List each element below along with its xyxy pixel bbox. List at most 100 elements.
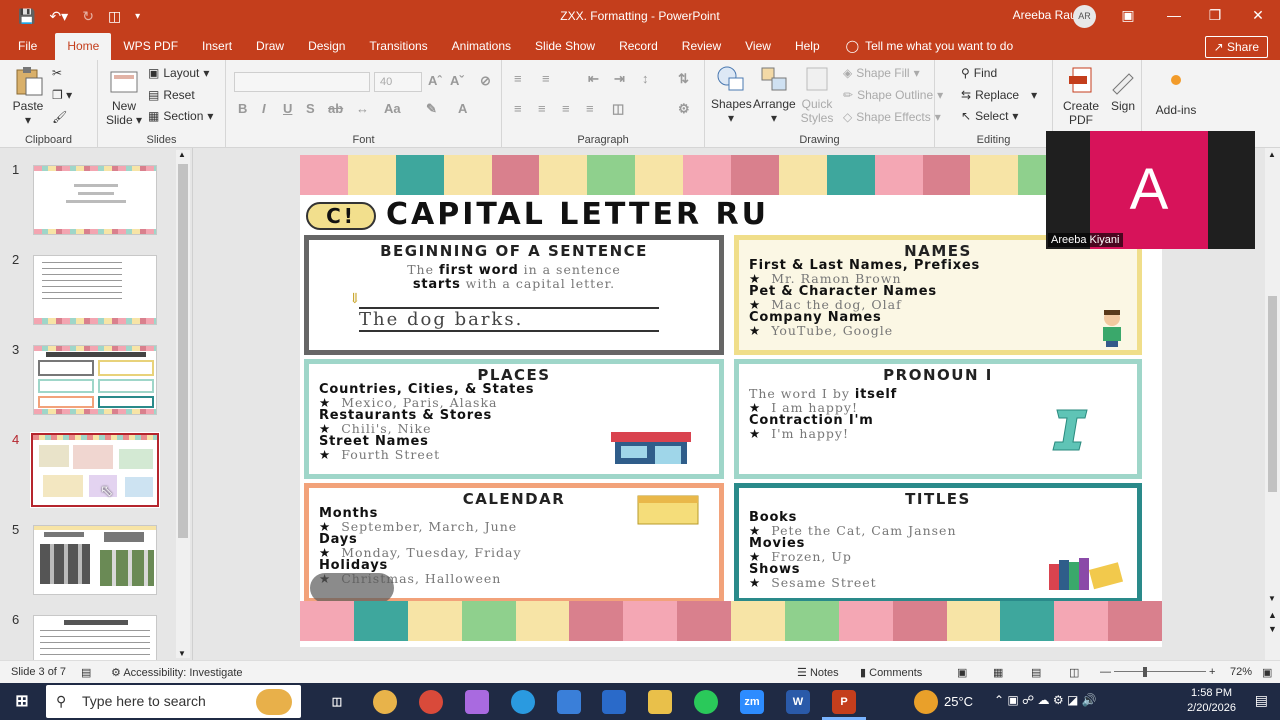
add-ins-button[interactable]: Add-ins [1148, 70, 1204, 117]
whatsapp-icon[interactable] [694, 690, 718, 714]
zoom-slider[interactable] [1114, 671, 1206, 672]
fit-to-window-icon[interactable]: ▣ [1262, 666, 1272, 679]
decrease-indent-icon[interactable]: ⇤ [588, 71, 599, 87]
change-case-icon[interactable]: Aa [384, 101, 401, 116]
tab-wps-pdf[interactable]: WPS PDF [111, 33, 190, 60]
align-left-icon[interactable]: ≡ [514, 101, 522, 116]
quick-styles-button[interactable]: Quick Styles [797, 64, 837, 125]
minimize-icon[interactable]: — [1151, 0, 1197, 33]
align-right-icon[interactable]: ≡ [562, 101, 570, 116]
line-spacing-icon[interactable]: ↕ [642, 71, 649, 86]
close-icon[interactable]: ✕ [1235, 0, 1280, 33]
reading-view-icon[interactable]: ▤ [1031, 666, 1041, 679]
shadow-icon[interactable]: S [306, 101, 315, 116]
slide-thumbnail-5[interactable] [33, 525, 157, 595]
weather-icon[interactable] [914, 690, 938, 714]
numbering-icon[interactable]: ≡ [542, 71, 550, 86]
slide-canvas[interactable]: C! CAPITAL LETTER RU BEGINNING OF A SENTE… [300, 155, 1162, 647]
edge-icon[interactable] [511, 690, 535, 714]
tab-insert[interactable]: Insert [190, 33, 244, 60]
tab-home[interactable]: Home [55, 33, 112, 60]
justify-icon[interactable]: ≡ [586, 101, 594, 116]
tell-me-search[interactable]: ◯ Tell me what you want to do [832, 33, 1014, 60]
arrange-button[interactable]: Arrange ▾ [753, 64, 796, 125]
replace-button[interactable]: ⇆ Replace ▾ [961, 88, 1037, 102]
spellcheck-icon[interactable]: ▤ [81, 666, 91, 679]
increase-indent-icon[interactable]: ⇥ [614, 71, 625, 87]
tab-record[interactable]: Record [607, 33, 670, 60]
scroll-up-icon[interactable]: ▲ [1268, 150, 1276, 159]
chrome-icon[interactable] [373, 690, 397, 714]
user-avatar[interactable]: AR [1073, 5, 1096, 28]
shapes-button[interactable]: Shapes ▾ [711, 64, 752, 125]
slide-thumbnail-3[interactable] [33, 345, 157, 415]
store-app-icon[interactable] [557, 690, 581, 714]
scrollbar-thumb[interactable] [1268, 296, 1277, 492]
decrease-font-icon[interactable]: Aˇ [450, 73, 464, 88]
notifications-icon[interactable]: ▤ [1255, 692, 1268, 709]
notes-button[interactable]: ☰ Notes [797, 666, 839, 679]
strikethrough-icon[interactable]: ab [328, 101, 343, 116]
copilot-icon[interactable] [465, 690, 489, 714]
shape-effects-button[interactable]: ◇ Shape Effects ▾ [843, 110, 941, 124]
share-button[interactable]: ↗ Share [1204, 36, 1268, 58]
align-center-icon[interactable]: ≡ [538, 101, 546, 116]
scroll-down-icon[interactable]: ▼ [178, 649, 186, 658]
section-button[interactable]: ▦ Section ▾ [148, 109, 213, 123]
slide-thumbnail-4[interactable] [30, 432, 160, 508]
zoom-slider-thumb[interactable] [1143, 667, 1147, 677]
temperature[interactable]: 25°C [944, 694, 973, 709]
smartart-icon[interactable]: ⚙ [678, 101, 690, 117]
maximize-icon[interactable]: ❐ [1192, 0, 1238, 33]
slide-scrollbar[interactable]: ▲ ▼ ▲ ▼ [1265, 148, 1280, 660]
system-tray-icons[interactable]: ⌃ ▣ ☍ ☁ ⚙ ◪ 🔊 [994, 693, 1097, 707]
text-direction-icon[interactable]: ⇅ [678, 71, 689, 87]
present-icon[interactable]: ◫ [108, 8, 121, 25]
slide-thumbnail-1[interactable] [33, 165, 157, 235]
tab-draw[interactable]: Draw [244, 33, 296, 60]
reset-button[interactable]: ▤ Reset [148, 88, 195, 102]
task-view-icon[interactable]: ◫ [325, 690, 349, 714]
format-painter-icon[interactable]: 🖌 [52, 110, 67, 124]
tab-review[interactable]: Review [670, 33, 733, 60]
tab-file[interactable]: File [0, 33, 55, 60]
slideshow-view-icon[interactable]: ◫ [1069, 666, 1079, 679]
slide-thumbnail-2[interactable] [33, 255, 157, 325]
word-icon[interactable]: W [786, 690, 810, 714]
font-name-box[interactable] [234, 72, 370, 92]
highlight-icon[interactable]: ✎ [426, 101, 437, 117]
tab-animations[interactable]: Animations [440, 33, 523, 60]
columns-icon[interactable]: ◫ [612, 101, 624, 117]
powerpoint-icon[interactable]: P [832, 690, 856, 714]
font-size-box[interactable]: 40 [374, 72, 422, 92]
system-clock[interactable]: 1:58 PM 2/20/2026 [1187, 686, 1236, 716]
redo-icon[interactable]: ↻ [82, 8, 94, 25]
copy-icon[interactable]: ❐ ▾ [52, 88, 72, 102]
undo-icon[interactable]: ↶▾ [49, 8, 68, 25]
cut-icon[interactable]: ✂ [52, 66, 62, 80]
file-explorer-icon[interactable] [648, 690, 672, 714]
ribbon-display-icon[interactable]: ▣ [1105, 0, 1151, 33]
new-slide-button[interactable]: New Slide ▾ [104, 66, 144, 127]
windows-start-icon[interactable]: ⊞ [10, 690, 34, 714]
shape-fill-button[interactable]: ◈ Shape Fill ▾ [843, 66, 920, 80]
tab-view[interactable]: View [733, 33, 783, 60]
tab-transitions[interactable]: Transitions [357, 33, 439, 60]
clear-formatting-icon[interactable]: ⊘ [480, 73, 491, 89]
chrome-alt-icon[interactable] [419, 690, 443, 714]
find-button[interactable]: ⚲ Find [961, 66, 997, 80]
zoom-level[interactable]: 72% [1230, 666, 1252, 678]
user-name[interactable]: Areeba Rauf [1013, 8, 1080, 22]
video-call-tile[interactable]: A Areeba Kiyani [1046, 131, 1255, 249]
zoom-out-icon[interactable]: — [1100, 666, 1111, 678]
bullets-icon[interactable]: ≡ [514, 71, 522, 86]
scroll-down-icon[interactable]: ▼ [1268, 594, 1276, 603]
layout-button[interactable]: ▣ Layout ▾ [148, 66, 209, 80]
sign-button[interactable]: Sign [1107, 66, 1139, 113]
zoom-in-icon[interactable]: + [1209, 666, 1215, 678]
tab-slide-show[interactable]: Slide Show [523, 33, 607, 60]
comments-button[interactable]: ▮ Comments [860, 666, 922, 679]
scroll-up-icon[interactable]: ▲ [178, 150, 186, 159]
underline-icon[interactable]: U [283, 101, 292, 116]
slide-sorter-icon[interactable]: ▦ [993, 666, 1003, 679]
